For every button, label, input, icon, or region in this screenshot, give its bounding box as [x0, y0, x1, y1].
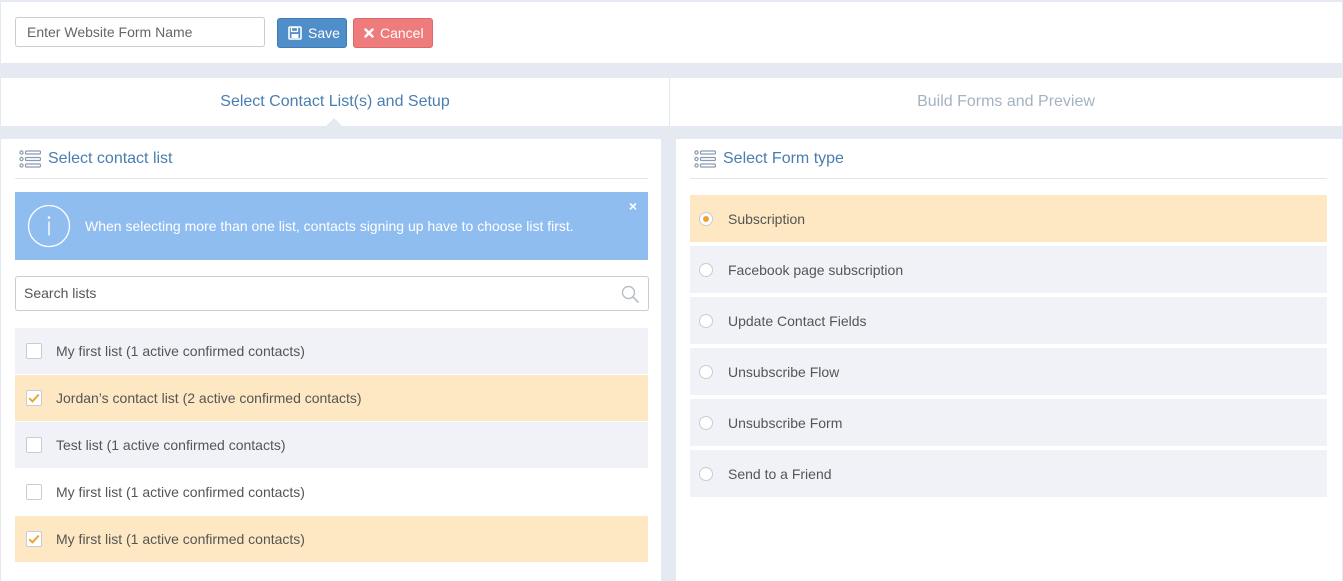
search-lists-field — [15, 276, 649, 311]
active-tab-indicator — [326, 118, 342, 126]
tab-label: Build Forms and Preview — [917, 93, 1095, 110]
list-icon — [694, 149, 716, 168]
cancel-label: Cancel — [380, 25, 424, 41]
form-type-option[interactable]: Send to a Friend — [690, 450, 1327, 497]
panel-title: Select Form type — [723, 149, 844, 167]
radio-dot — [703, 215, 709, 222]
tab-build-forms[interactable]: Build Forms and Preview — [670, 78, 1342, 126]
form-type-option[interactable]: Update Contact Fields — [690, 297, 1327, 344]
list-checkbox[interactable] — [26, 390, 42, 406]
contact-list-header: Select contact list — [15, 139, 648, 179]
form-type-panel: Select Form type Subscription Facebook p… — [676, 139, 1342, 581]
save-button[interactable]: Save — [277, 18, 347, 48]
alert-message: When selecting more than one list, conta… — [85, 218, 574, 234]
list-item[interactable]: My first list (1 active confirmed contac… — [15, 328, 648, 375]
form-type-radio[interactable] — [699, 313, 713, 328]
search-input[interactable] — [16, 277, 612, 308]
form-type-label: Send to a Friend — [728, 465, 832, 482]
list-icon — [19, 149, 41, 168]
form-type-label: Update Contact Fields — [728, 312, 867, 329]
checkmark-icon — [28, 534, 40, 544]
list-checkbox[interactable] — [26, 484, 42, 500]
alert-close-button[interactable]: × — [629, 198, 637, 214]
list-checkbox[interactable] — [26, 437, 42, 453]
list-item[interactable]: My first list (1 active confirmed contac… — [15, 469, 648, 516]
list-checkbox[interactable] — [26, 343, 42, 359]
tab-label: Select Contact List(s) and Setup — [220, 93, 450, 110]
info-icon — [27, 204, 71, 248]
list-item[interactable]: Test list (1 active confirmed contacts) — [15, 422, 648, 469]
panel-title: Select contact list — [48, 149, 173, 167]
form-type-radio[interactable] — [699, 466, 713, 481]
form-name-input[interactable] — [15, 17, 265, 47]
form-type-radio[interactable] — [699, 364, 713, 379]
list-item-label: My first list (1 active confirmed contac… — [56, 343, 305, 359]
step-tabs: Select Contact List(s) and Setup Build F… — [1, 78, 1342, 126]
list-item-label: Jordan’s contact list (2 active confirme… — [56, 390, 362, 406]
form-type-options: Subscription Facebook page subscription … — [690, 195, 1327, 501]
cancel-button[interactable]: Cancel — [353, 18, 433, 48]
form-type-radio[interactable] — [699, 262, 713, 277]
contact-list-panel: Select contact list When selecting more … — [1, 139, 661, 581]
list-checkbox[interactable] — [26, 531, 42, 547]
form-type-label: Subscription — [728, 210, 806, 227]
floppy-disk-icon — [288, 26, 302, 40]
contact-lists: My first list (1 active confirmed contac… — [15, 328, 648, 563]
list-item-label: My first list (1 active confirmed contac… — [56, 531, 305, 547]
top-toolbar: Save Cancel — [1, 2, 1342, 63]
form-type-option[interactable]: Facebook page subscription — [690, 246, 1327, 293]
checkmark-icon — [28, 393, 40, 403]
list-item-label: My first list (1 active confirmed contac… — [56, 484, 305, 500]
save-label: Save — [308, 25, 340, 41]
close-icon — [364, 28, 374, 38]
form-type-radio[interactable] — [699, 415, 713, 430]
info-alert: When selecting more than one list, conta… — [15, 192, 648, 260]
form-type-label: Unsubscribe Flow — [728, 363, 840, 380]
form-type-label: Facebook page subscription — [728, 261, 904, 278]
form-type-radio[interactable] — [699, 211, 713, 226]
form-type-option[interactable]: Subscription — [690, 195, 1327, 242]
list-item[interactable]: My first list (1 active confirmed contac… — [15, 516, 648, 563]
form-type-header: Select Form type — [690, 139, 1327, 179]
form-type-option[interactable]: Unsubscribe Flow — [690, 348, 1327, 395]
list-item-label: Test list (1 active confirmed contacts) — [56, 437, 286, 453]
list-item[interactable]: Jordan’s contact list (2 active confirme… — [15, 375, 648, 422]
search-icon[interactable] — [621, 285, 639, 303]
form-type-option[interactable]: Unsubscribe Form — [690, 399, 1327, 446]
form-type-label: Unsubscribe Form — [728, 414, 843, 431]
